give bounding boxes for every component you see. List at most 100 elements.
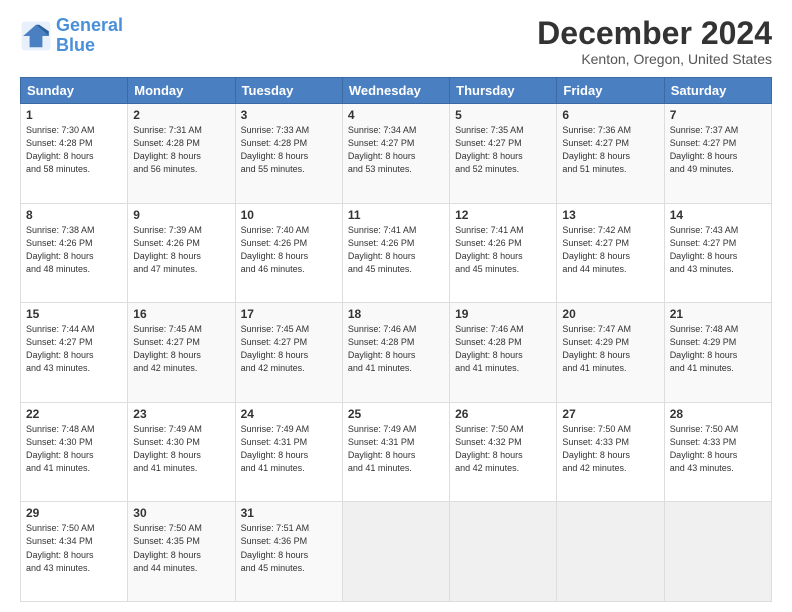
- logo-icon: [20, 20, 52, 52]
- calendar-cell: 11 Sunrise: 7:41 AMSunset: 4:26 PMDayligh…: [342, 203, 449, 303]
- calendar-cell: 2Sunrise: 7:31 AMSunset: 4:28 PMDaylight…: [128, 104, 235, 204]
- calendar-day-header: Saturday: [664, 78, 771, 104]
- calendar-cell: 22Sunrise: 7:48 AMSunset: 4:30 PMDayligh…: [21, 402, 128, 502]
- day-info: Sunrise: 7:50 AMSunset: 4:32 PMDaylight:…: [455, 423, 551, 475]
- day-number: 25: [348, 407, 444, 421]
- calendar-cell: 25 Sunrise: 7:49 AMSunset: 4:31 PMDayligh…: [342, 402, 449, 502]
- calendar-cell: 1Sunrise: 7:30 AMSunset: 4:28 PMDaylight…: [21, 104, 128, 204]
- calendar-cell: 5 Sunrise: 7:35 AMSunset: 4:27 PMDaylight…: [450, 104, 557, 204]
- header: General Blue December 2024 Kenton, Orego…: [20, 16, 772, 67]
- day-number: 24: [241, 407, 337, 421]
- calendar-cell: [664, 502, 771, 602]
- calendar-cell: 31 Sunrise: 7:51 AMSunset: 4:36 PMDayligh…: [235, 502, 342, 602]
- day-number: 27: [562, 407, 658, 421]
- day-info: Sunrise: 7:34 AMSunset: 4:27 PMDaylight:…: [348, 124, 444, 176]
- calendar-week-row: 8 Sunrise: 7:38 AMSunset: 4:26 PMDaylight…: [21, 203, 772, 303]
- calendar-cell: 15 Sunrise: 7:44 AMSunset: 4:27 PMDayligh…: [21, 303, 128, 403]
- day-number: 30: [133, 506, 229, 520]
- calendar-cell: 12 Sunrise: 7:41 AMSunset: 4:26 PMDayligh…: [450, 203, 557, 303]
- day-info: Sunrise: 7:49 AMSunset: 4:31 PMDaylight:…: [348, 423, 444, 475]
- logo: General Blue: [20, 16, 123, 56]
- day-info: Sunrise: 7:49 AMSunset: 4:31 PMDaylight:…: [241, 423, 337, 475]
- logo-line1: General: [56, 15, 123, 35]
- day-info: Sunrise: 7:38 AMSunset: 4:26 PMDaylight:…: [26, 224, 122, 276]
- calendar-cell: 10 Sunrise: 7:40 AMSunset: 4:26 PMDayligh…: [235, 203, 342, 303]
- calendar-week-row: 29 Sunrise: 7:50 AMSunset: 4:34 PMDayligh…: [21, 502, 772, 602]
- day-info: Sunrise: 7:43 AMSunset: 4:27 PMDaylight:…: [670, 224, 766, 276]
- day-number: 10: [241, 208, 337, 222]
- day-info: Sunrise: 7:45 AMSunset: 4:27 PMDaylight:…: [133, 323, 229, 375]
- day-info: Sunrise: 7:44 AMSunset: 4:27 PMDaylight:…: [26, 323, 122, 375]
- calendar-cell: 24 Sunrise: 7:49 AMSunset: 4:31 PMDayligh…: [235, 402, 342, 502]
- calendar-cell: [557, 502, 664, 602]
- day-number: 15: [26, 307, 122, 321]
- calendar-cell: [450, 502, 557, 602]
- day-info: Sunrise: 7:45 AMSunset: 4:27 PMDaylight:…: [241, 323, 337, 375]
- day-info: Sunrise: 7:35 AMSunset: 4:27 PMDaylight:…: [455, 124, 551, 176]
- day-info: Sunrise: 7:31 AMSunset: 4:28 PMDaylight:…: [133, 124, 229, 176]
- calendar-day-header: Wednesday: [342, 78, 449, 104]
- day-number: 17: [241, 307, 337, 321]
- day-number: 26: [455, 407, 551, 421]
- day-number: 4: [348, 108, 444, 122]
- day-info: Sunrise: 7:36 AMSunset: 4:27 PMDaylight:…: [562, 124, 658, 176]
- logo-text: General Blue: [56, 16, 123, 56]
- calendar-cell: 4 Sunrise: 7:34 AMSunset: 4:27 PMDaylight…: [342, 104, 449, 204]
- day-info: Sunrise: 7:46 AMSunset: 4:28 PMDaylight:…: [348, 323, 444, 375]
- day-info: Sunrise: 7:39 AMSunset: 4:26 PMDaylight:…: [133, 224, 229, 276]
- day-info: Sunrise: 7:41 AMSunset: 4:26 PMDaylight:…: [348, 224, 444, 276]
- calendar-cell: 17 Sunrise: 7:45 AMSunset: 4:27 PMDayligh…: [235, 303, 342, 403]
- calendar-table: SundayMondayTuesdayWednesdayThursdayFrid…: [20, 77, 772, 602]
- day-number: 16: [133, 307, 229, 321]
- day-info: Sunrise: 7:41 AMSunset: 4:26 PMDaylight:…: [455, 224, 551, 276]
- calendar-cell: 6 Sunrise: 7:36 AMSunset: 4:27 PMDaylight…: [557, 104, 664, 204]
- day-number: 31: [241, 506, 337, 520]
- calendar-cell: 7 Sunrise: 7:37 AMSunset: 4:27 PMDaylight…: [664, 104, 771, 204]
- day-number: 13: [562, 208, 658, 222]
- day-number: 5: [455, 108, 551, 122]
- day-number: 19: [455, 307, 551, 321]
- calendar-cell: 13 Sunrise: 7:42 AMSunset: 4:27 PMDayligh…: [557, 203, 664, 303]
- day-number: 28: [670, 407, 766, 421]
- subtitle: Kenton, Oregon, United States: [537, 51, 772, 67]
- day-info: Sunrise: 7:42 AMSunset: 4:27 PMDaylight:…: [562, 224, 658, 276]
- day-number: 3: [241, 108, 337, 122]
- day-info: Sunrise: 7:40 AMSunset: 4:26 PMDaylight:…: [241, 224, 337, 276]
- calendar-cell: 19Sunrise: 7:46 AMSunset: 4:28 PMDayligh…: [450, 303, 557, 403]
- day-number: 7: [670, 108, 766, 122]
- day-number: 21: [670, 307, 766, 321]
- calendar-cell: 9 Sunrise: 7:39 AMSunset: 4:26 PMDaylight…: [128, 203, 235, 303]
- calendar-cell: 18Sunrise: 7:46 AMSunset: 4:28 PMDayligh…: [342, 303, 449, 403]
- day-info: Sunrise: 7:50 AMSunset: 4:34 PMDaylight:…: [26, 522, 122, 574]
- day-info: Sunrise: 7:37 AMSunset: 4:27 PMDaylight:…: [670, 124, 766, 176]
- day-number: 9: [133, 208, 229, 222]
- calendar-cell: 16 Sunrise: 7:45 AMSunset: 4:27 PMDayligh…: [128, 303, 235, 403]
- day-number: 23: [133, 407, 229, 421]
- day-number: 6: [562, 108, 658, 122]
- day-number: 12: [455, 208, 551, 222]
- calendar-header-row: SundayMondayTuesdayWednesdayThursdayFrid…: [21, 78, 772, 104]
- calendar-week-row: 22Sunrise: 7:48 AMSunset: 4:30 PMDayligh…: [21, 402, 772, 502]
- calendar-cell: 30 Sunrise: 7:50 AMSunset: 4:35 PMDayligh…: [128, 502, 235, 602]
- calendar-week-row: 15 Sunrise: 7:44 AMSunset: 4:27 PMDayligh…: [21, 303, 772, 403]
- day-info: Sunrise: 7:49 AMSunset: 4:30 PMDaylight:…: [133, 423, 229, 475]
- day-number: 11: [348, 208, 444, 222]
- day-info: Sunrise: 7:50 AMSunset: 4:35 PMDaylight:…: [133, 522, 229, 574]
- calendar-day-header: Thursday: [450, 78, 557, 104]
- day-info: Sunrise: 7:51 AMSunset: 4:36 PMDaylight:…: [241, 522, 337, 574]
- day-info: Sunrise: 7:50 AMSunset: 4:33 PMDaylight:…: [562, 423, 658, 475]
- day-info: Sunrise: 7:33 AMSunset: 4:28 PMDaylight:…: [241, 124, 337, 176]
- title-section: December 2024 Kenton, Oregon, United Sta…: [537, 16, 772, 67]
- calendar-cell: 20Sunrise: 7:47 AMSunset: 4:29 PMDayligh…: [557, 303, 664, 403]
- calendar-cell: 21 Sunrise: 7:48 AMSunset: 4:29 PMDayligh…: [664, 303, 771, 403]
- calendar-day-header: Friday: [557, 78, 664, 104]
- day-number: 29: [26, 506, 122, 520]
- day-number: 22: [26, 407, 122, 421]
- calendar-cell: 23 Sunrise: 7:49 AMSunset: 4:30 PMDayligh…: [128, 402, 235, 502]
- calendar-cell: [342, 502, 449, 602]
- calendar-cell: 26 Sunrise: 7:50 AMSunset: 4:32 PMDayligh…: [450, 402, 557, 502]
- day-number: 8: [26, 208, 122, 222]
- day-info: Sunrise: 7:48 AMSunset: 4:29 PMDaylight:…: [670, 323, 766, 375]
- calendar-day-header: Tuesday: [235, 78, 342, 104]
- calendar-day-header: Monday: [128, 78, 235, 104]
